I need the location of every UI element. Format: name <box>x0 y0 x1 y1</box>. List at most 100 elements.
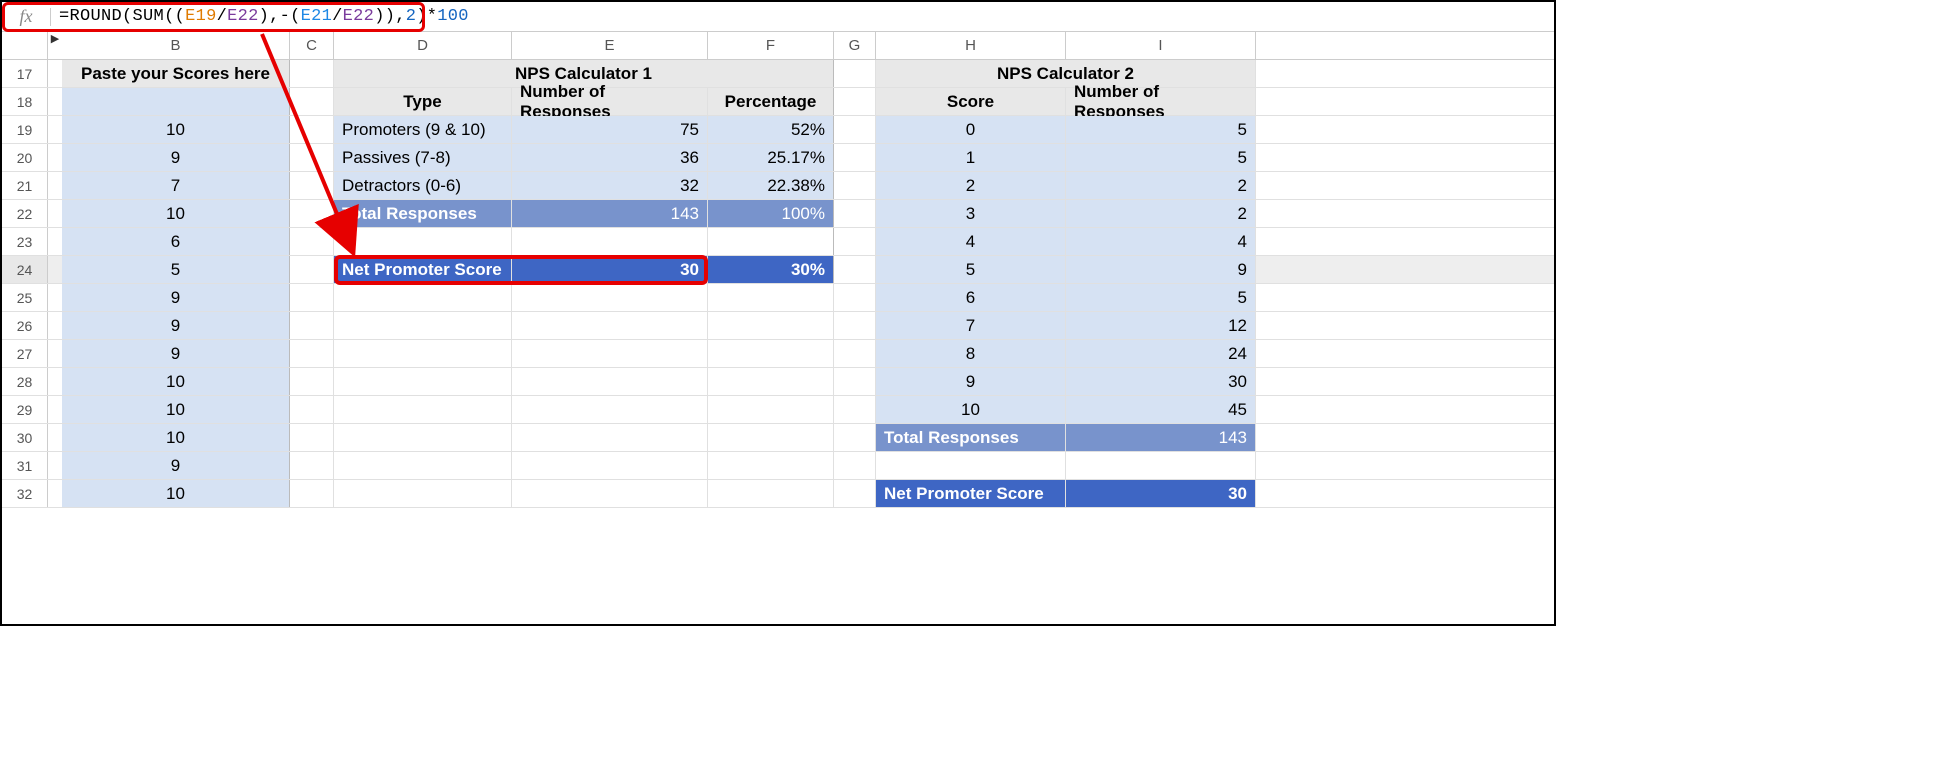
cell-b21[interactable]: 7 <box>62 172 290 199</box>
row-header[interactable]: 25 <box>2 284 48 311</box>
row-header[interactable]: 20 <box>2 144 48 171</box>
cell-c25[interactable] <box>290 284 334 311</box>
row-header[interactable]: 26 <box>2 312 48 339</box>
cell-e30[interactable] <box>512 424 708 451</box>
cell-f23[interactable] <box>708 228 834 255</box>
cell-i29[interactable]: 45 <box>1066 396 1256 423</box>
cell-h19[interactable]: 0 <box>876 116 1066 143</box>
cell-g27[interactable] <box>834 340 876 367</box>
cell-b17[interactable]: Paste your Scores here <box>62 60 290 87</box>
row-header[interactable]: 28 <box>2 368 48 395</box>
cell-i23[interactable]: 4 <box>1066 228 1256 255</box>
col-header-g[interactable]: G <box>834 32 876 59</box>
cell-g17[interactable] <box>834 60 876 87</box>
cell-c22[interactable] <box>290 200 334 227</box>
cell-g22[interactable] <box>834 200 876 227</box>
cell-f30[interactable] <box>708 424 834 451</box>
cell-i27[interactable]: 24 <box>1066 340 1256 367</box>
cell-g32[interactable] <box>834 480 876 507</box>
cell-f28[interactable] <box>708 368 834 395</box>
cell-d22[interactable]: Total Responses <box>334 200 512 227</box>
cell-b30[interactable]: 10 <box>62 424 290 451</box>
cell-c28[interactable] <box>290 368 334 395</box>
cell-e27[interactable] <box>512 340 708 367</box>
cell-f25[interactable] <box>708 284 834 311</box>
formula-bar[interactable]: fx =ROUND(SUM((E19/E22),-(E21/E22)),2)*1… <box>2 2 1554 32</box>
formula-input[interactable]: =ROUND(SUM((E19/E22),-(E21/E22)),2)*100 <box>51 7 469 26</box>
cell-c26[interactable] <box>290 312 334 339</box>
cell-c19[interactable] <box>290 116 334 143</box>
cell-b23[interactable]: 6 <box>62 228 290 255</box>
cell-f18[interactable]: Percentage <box>708 88 834 115</box>
cell-e32[interactable] <box>512 480 708 507</box>
cell-b27[interactable]: 9 <box>62 340 290 367</box>
row-header[interactable]: 19 <box>2 116 48 143</box>
cell-h27[interactable]: 8 <box>876 340 1066 367</box>
cell-c21[interactable] <box>290 172 334 199</box>
col-header-e[interactable]: E <box>512 32 708 59</box>
cell-i21[interactable]: 2 <box>1066 172 1256 199</box>
cell-g20[interactable] <box>834 144 876 171</box>
cell-h24[interactable]: 5 <box>876 256 1066 283</box>
cell-h31[interactable] <box>876 452 1066 479</box>
cell-g25[interactable] <box>834 284 876 311</box>
cell-b24[interactable]: 5 <box>62 256 290 283</box>
cell-f27[interactable] <box>708 340 834 367</box>
cell-i31[interactable] <box>1066 452 1256 479</box>
cell-b26[interactable]: 9 <box>62 312 290 339</box>
cell-h18[interactable]: Score <box>876 88 1066 115</box>
cell-i26[interactable]: 12 <box>1066 312 1256 339</box>
cell-g26[interactable] <box>834 312 876 339</box>
row-header[interactable]: 17 <box>2 60 48 87</box>
cell-d28[interactable] <box>334 368 512 395</box>
cell-d23[interactable] <box>334 228 512 255</box>
cell-b20[interactable]: 9 <box>62 144 290 171</box>
row-header[interactable]: 31 <box>2 452 48 479</box>
cell-e18[interactable]: Number of Responses <box>512 88 708 115</box>
cell-i22[interactable]: 2 <box>1066 200 1256 227</box>
cell-f29[interactable] <box>708 396 834 423</box>
cell-b22[interactable]: 10 <box>62 200 290 227</box>
cell-f21[interactable]: 22.38% <box>708 172 834 199</box>
col-header-c[interactable]: C <box>290 32 334 59</box>
col-header-f[interactable]: F <box>708 32 834 59</box>
cell-i28[interactable]: 30 <box>1066 368 1256 395</box>
cell-c27[interactable] <box>290 340 334 367</box>
cell-b29[interactable]: 10 <box>62 396 290 423</box>
cell-i32[interactable]: 30 <box>1066 480 1256 507</box>
cell-c30[interactable] <box>290 424 334 451</box>
cell-e25[interactable] <box>512 284 708 311</box>
cell-d30[interactable] <box>334 424 512 451</box>
cell-h21[interactable]: 2 <box>876 172 1066 199</box>
cell-d18[interactable]: Type <box>334 88 512 115</box>
cell-h30[interactable]: Total Responses <box>876 424 1066 451</box>
cell-e22[interactable]: 143 <box>512 200 708 227</box>
cell-g18[interactable] <box>834 88 876 115</box>
cell-e24[interactable]: 30 <box>512 256 708 283</box>
row-header[interactable]: 22 <box>2 200 48 227</box>
row-header[interactable]: 23 <box>2 228 48 255</box>
cell-g19[interactable] <box>834 116 876 143</box>
cell-d26[interactable] <box>334 312 512 339</box>
row-header[interactable]: 21 <box>2 172 48 199</box>
cell-h29[interactable]: 10 <box>876 396 1066 423</box>
cell-f24[interactable]: 30% <box>708 256 834 283</box>
cell-f19[interactable]: 52% <box>708 116 834 143</box>
cell-c24[interactable] <box>290 256 334 283</box>
cell-d27[interactable] <box>334 340 512 367</box>
col-header-i[interactable]: I <box>1066 32 1256 59</box>
expand-columns-icon[interactable]: ▶ <box>48 32 62 59</box>
row-header[interactable]: 24 <box>2 256 48 283</box>
cell-d31[interactable] <box>334 452 512 479</box>
cell-g28[interactable] <box>834 368 876 395</box>
cell-e23[interactable] <box>512 228 708 255</box>
cell-d25[interactable] <box>334 284 512 311</box>
cell-g31[interactable] <box>834 452 876 479</box>
cell-g29[interactable] <box>834 396 876 423</box>
col-header-h[interactable]: H <box>876 32 1066 59</box>
cell-e29[interactable] <box>512 396 708 423</box>
cell-d32[interactable] <box>334 480 512 507</box>
cell-g21[interactable] <box>834 172 876 199</box>
cell-b32[interactable]: 10 <box>62 480 290 507</box>
cell-i24[interactable]: 9 <box>1066 256 1256 283</box>
